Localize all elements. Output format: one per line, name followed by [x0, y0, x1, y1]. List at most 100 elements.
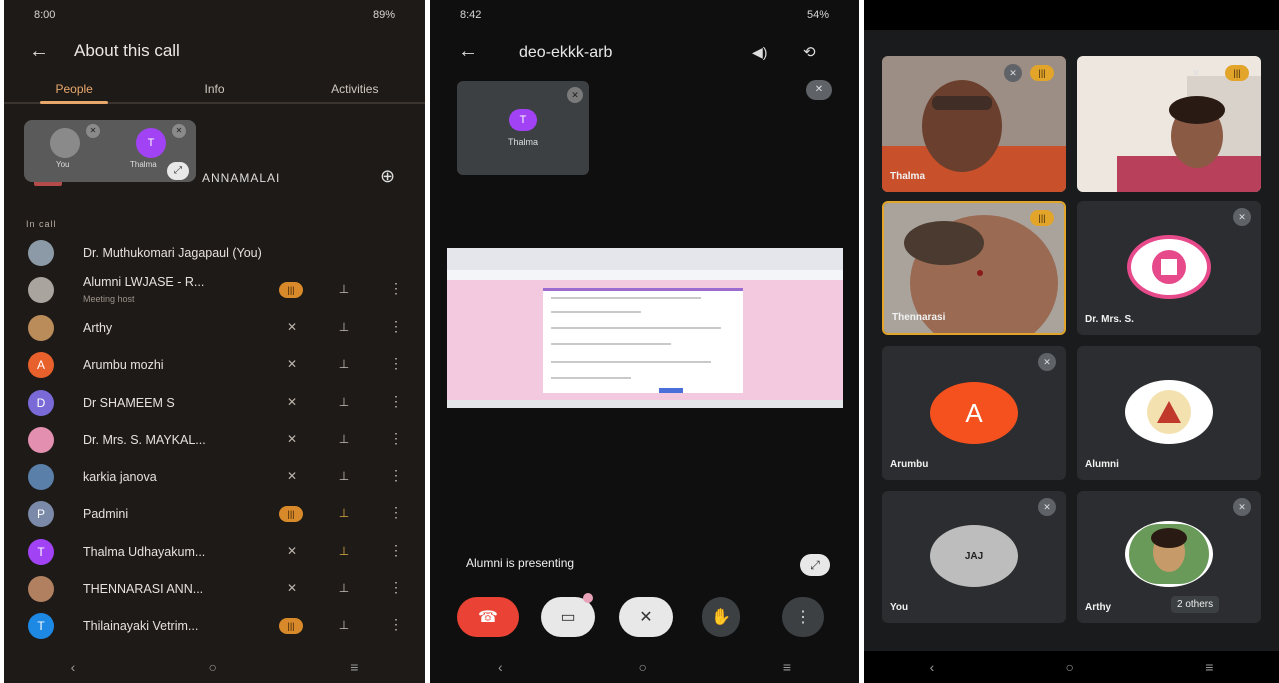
speaker-icon[interactable]: ◀) — [752, 44, 767, 61]
end-call-button[interactable]: ☎ — [457, 597, 519, 637]
participant-row[interactable]: T Thalma Udhayakum... ✕ ⊥ ⋮ — [4, 534, 425, 570]
pin-icon[interactable]: ⊥ — [334, 432, 354, 446]
mic-off-icon: ✕ — [567, 87, 583, 103]
pin-icon[interactable]: ⊥ — [334, 581, 354, 595]
mic-off-icon[interactable]: ✕ — [281, 320, 303, 334]
participant-name: Thilainayaki Vetrim... — [83, 619, 199, 633]
speaking-icon[interactable]: ||| — [279, 618, 303, 634]
pin-icon[interactable]: ⊥ — [334, 357, 354, 371]
pin-icon[interactable]: ⊥ — [334, 506, 354, 520]
tile-name: Dr. Mrs. S. — [1085, 314, 1134, 325]
more-vertical-icon[interactable]: ⋮ — [389, 579, 403, 596]
back-arrow-icon[interactable]: ← — [4, 40, 74, 63]
participant-name: karkia janova — [83, 470, 157, 484]
participant-row[interactable]: Dr. Mrs. S. MAYKAL... ✕ ⊥ ⋮ — [4, 422, 425, 458]
participant-tile-self[interactable]: JAJ You ✕ — [882, 491, 1066, 623]
more-vertical-icon[interactable]: ⋮ — [389, 318, 403, 335]
raise-hand-button[interactable]: ✋ — [702, 597, 740, 637]
participant-tile[interactable]: Thalma ✕ ||| — [882, 56, 1066, 192]
tile-avatar-photo — [1125, 521, 1213, 587]
nav-home-icon[interactable]: ○ — [209, 659, 217, 675]
speaking-icon[interactable]: ||| — [279, 506, 303, 522]
participant-avatar: A — [28, 352, 54, 378]
meeting-code[interactable]: deo-ekkk-arb — [519, 44, 612, 62]
mic-off-icon[interactable]: ✕ — [281, 432, 303, 446]
mic-off-icon[interactable]: ✕ — [281, 469, 303, 483]
more-vertical-icon[interactable]: ⋮ — [389, 467, 403, 484]
nav-recents-icon[interactable]: ≡ — [783, 659, 791, 675]
doc-submit-button — [659, 388, 683, 393]
pin-icon[interactable]: ⊥ — [334, 282, 354, 296]
alumni-logo — [1125, 380, 1213, 444]
pin-icon[interactable]: ⊥ — [334, 618, 354, 632]
participant-row[interactable]: D Dr SHAMEEM S ✕ ⊥ ⋮ — [4, 385, 425, 421]
participant-row[interactable]: Arthy ✕ ⊥ ⋮ — [4, 310, 425, 346]
mic-off-icon[interactable]: ✕ — [281, 357, 303, 371]
participant-row[interactable]: Dr. Muthukomari Jagapaul (You) — [4, 235, 425, 271]
switch-camera-icon[interactable]: ⟲ — [803, 43, 816, 61]
participant-row[interactable]: THENNARASI ANN... ✕ ⊥ ⋮ — [4, 571, 425, 607]
mic-toggle-button[interactable]: ✕ — [619, 597, 673, 637]
doc-line — [551, 297, 701, 299]
pip-other-avatar: T — [136, 128, 166, 158]
participant-row[interactable]: A Arumbu mozhi ✕ ⊥ ⋮ — [4, 347, 425, 383]
pin-icon[interactable]: ⊥ — [334, 395, 354, 409]
pin-icon[interactable]: ⊥ — [334, 469, 354, 483]
participant-row[interactable]: karkia janova ✕ ⊥ ⋮ — [4, 459, 425, 495]
more-vertical-icon[interactable]: ⋮ — [389, 430, 403, 447]
tab-info[interactable]: Info — [144, 76, 284, 102]
expand-icon[interactable]: ⤢ — [167, 162, 189, 180]
nav-back-icon[interactable]: ‹ — [930, 659, 935, 675]
camera-toggle-button[interactable]: ▭ — [541, 597, 595, 637]
presenting-label: Alumni is presenting — [466, 556, 575, 570]
pip-other-label: Thalma — [130, 160, 157, 169]
more-options-button[interactable]: ⋮ — [782, 597, 824, 637]
pin-icon[interactable]: ⊥ — [334, 320, 354, 334]
participant-avatar — [28, 427, 54, 453]
shared-screen[interactable] — [447, 248, 843, 408]
more-vertical-icon[interactable]: ⋮ — [389, 355, 403, 372]
nav-recents-icon[interactable]: ≡ — [1205, 659, 1213, 675]
self-view-tile[interactable]: T Thalma ✕ — [457, 81, 589, 175]
participant-tile-active-speaker[interactable]: Thennarasi ||| — [882, 201, 1066, 335]
more-vertical-icon[interactable]: ⋮ — [389, 280, 403, 297]
mic-off-icon: ✕ — [1038, 353, 1056, 371]
nav-back-icon[interactable]: ‹ — [71, 659, 76, 675]
more-vertical-icon[interactable]: ⋮ — [389, 616, 403, 633]
more-vertical-icon[interactable]: ⋮ — [389, 504, 403, 521]
more-vertical-icon[interactable]: ⋮ — [389, 393, 403, 410]
nav-home-icon[interactable]: ○ — [1066, 659, 1074, 675]
back-arrow-icon[interactable]: ← — [458, 40, 478, 63]
add-person-icon[interactable]: ⊕ — [380, 166, 395, 187]
pin-icon[interactable]: ⊥ — [334, 544, 354, 558]
fullscreen-icon[interactable]: ⤢ — [800, 554, 830, 576]
tile-name: Alumni — [1085, 459, 1119, 470]
participant-tile[interactable]: A Arumbu ✕ — [882, 346, 1066, 480]
speaking-icon: ||| — [1225, 65, 1249, 81]
nav-home-icon[interactable]: ○ — [639, 659, 647, 675]
participant-tile[interactable]: Arthy ✕ — [1077, 491, 1261, 623]
tab-people[interactable]: People — [4, 76, 144, 102]
mic-off-icon[interactable]: ✕ — [281, 395, 303, 409]
self-name: Thalma — [507, 137, 538, 147]
participant-row[interactable]: Alumni LWJASE - R... Meeting host ||| ⊥ ⋮ — [4, 272, 425, 308]
mic-off-icon[interactable]: ✕ — [281, 581, 303, 595]
participant-tile[interactable]: Dr. Mrs. S. ✕ — [1077, 201, 1261, 335]
tile-avatar: A — [930, 382, 1018, 444]
tile-name: Arthy — [1085, 602, 1112, 613]
participant-tile[interactable]: Alumni — [1077, 346, 1261, 480]
tile-name: Thennarasi — [892, 312, 946, 323]
tab-activities[interactable]: Activities — [285, 76, 425, 102]
speaking-icon[interactable]: ||| — [279, 282, 303, 298]
picture-in-picture[interactable]: You ✕ T Thalma ✕ ⤢ — [24, 120, 196, 182]
pip-self-avatar — [50, 128, 80, 158]
participant-tile[interactable]: ✕ ||| — [1077, 56, 1261, 192]
participant-row[interactable]: P Padmini ||| ⊥ ⋮ — [4, 496, 425, 532]
participant-avatar — [28, 277, 54, 303]
mic-off-icon[interactable]: ✕ — [281, 544, 303, 558]
nav-recents-icon[interactable]: ≡ — [350, 659, 358, 675]
more-vertical-icon[interactable]: ⋮ — [389, 542, 403, 559]
nav-back-icon[interactable]: ‹ — [498, 659, 503, 675]
participant-row[interactable]: T Thilainayaki Vetrim... ||| ⊥ ⋮ — [4, 608, 425, 644]
others-chip[interactable]: 2 others — [1171, 596, 1220, 613]
